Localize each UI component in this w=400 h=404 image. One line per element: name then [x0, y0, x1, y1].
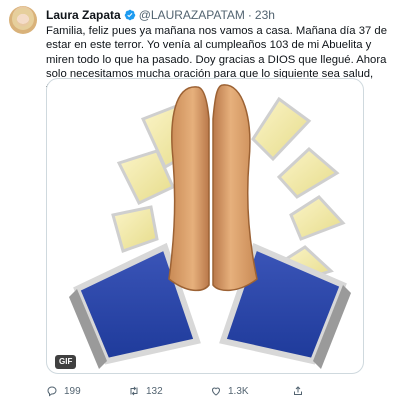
retweet-icon: [130, 386, 138, 396]
share-button[interactable]: [292, 384, 304, 398]
retweet-count: 132: [146, 385, 163, 397]
share-icon: [294, 386, 302, 395]
tweet-header: Laura Zapata @LAURAZAPATAM · 23h: [46, 7, 275, 23]
reply-button[interactable]: 199: [46, 384, 81, 398]
retweet-button[interactable]: 132: [128, 384, 163, 398]
author-handle[interactable]: @LAURAZAPATAM: [139, 8, 245, 22]
header-separator: ·: [247, 8, 252, 22]
praying-hands-image: [69, 84, 351, 369]
author-name[interactable]: Laura Zapata: [46, 8, 121, 22]
verified-badge-icon: [124, 9, 135, 21]
gif-badge: GIF: [55, 355, 77, 369]
avatar[interactable]: [9, 6, 37, 34]
reply-count: 199: [64, 385, 81, 397]
like-count: 1.3K: [228, 385, 249, 397]
tweet: Laura Zapata @LAURAZAPATAM · 23h Familia…: [0, 0, 400, 404]
tweet-media-gif[interactable]: GIF: [46, 78, 364, 374]
like-button[interactable]: 1.3K: [210, 384, 249, 398]
reply-icon: [47, 386, 57, 397]
tweet-actions: 199 132 1.3K: [46, 384, 386, 398]
tweet-timestamp[interactable]: 23h: [255, 8, 275, 22]
like-icon: [211, 387, 221, 396]
